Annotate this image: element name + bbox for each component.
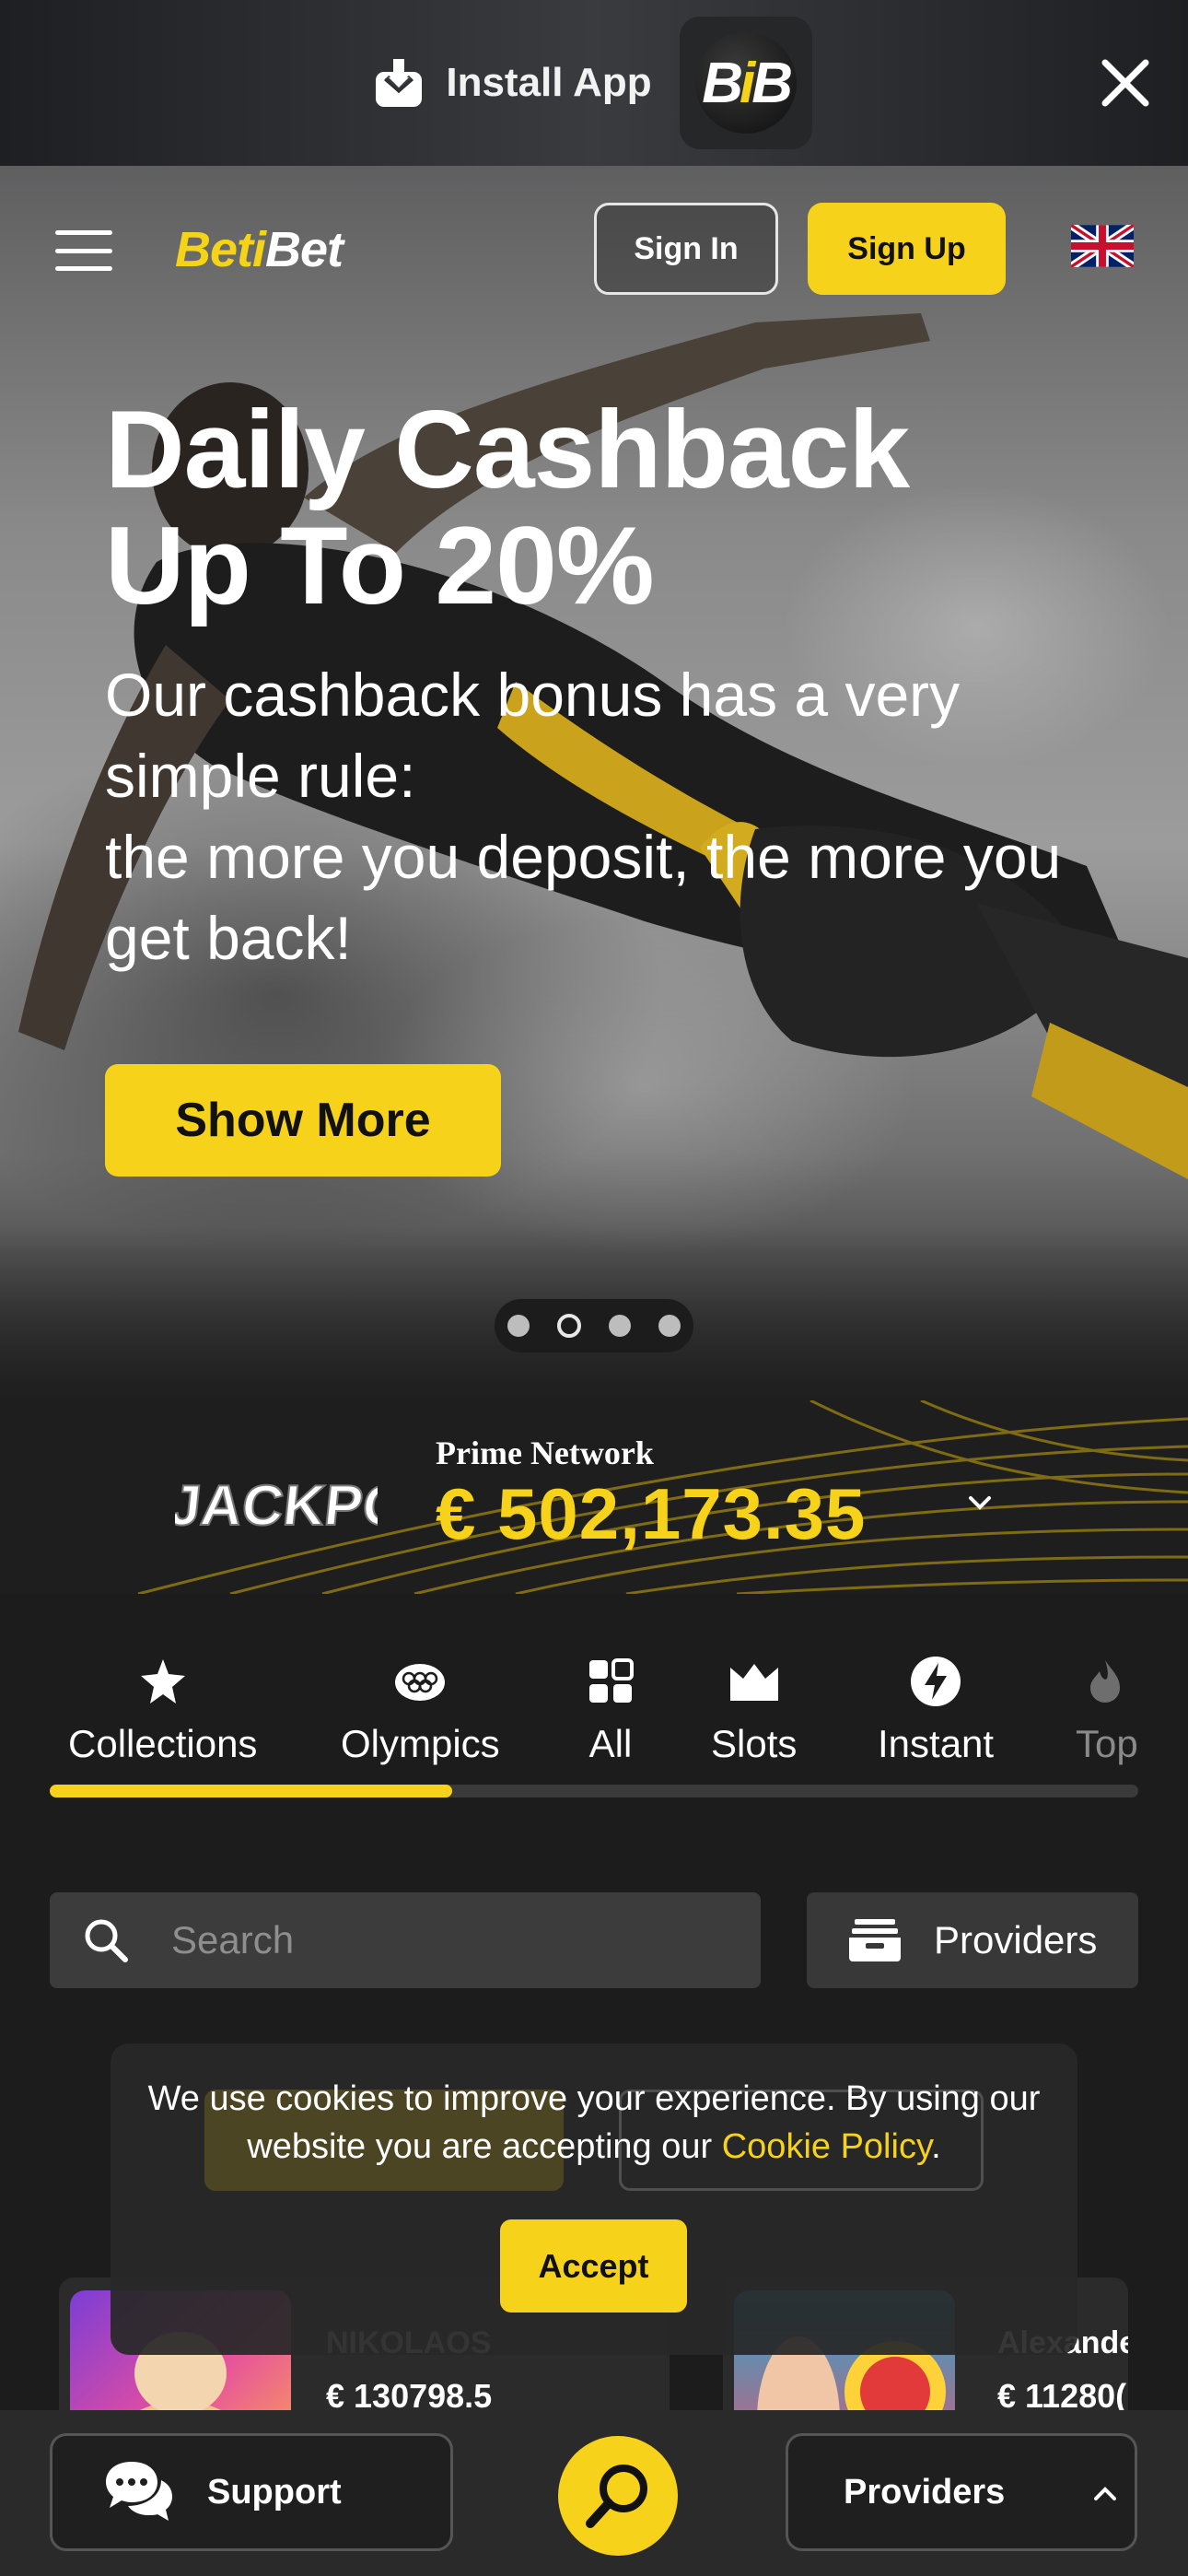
sign-in-button[interactable]: Sign In <box>594 203 778 295</box>
download-icon <box>376 59 423 107</box>
install-app-banner: Install App BiB <box>0 0 1188 166</box>
search-icon <box>586 2465 647 2528</box>
cookie-message: We use cookies to improve your experienc… <box>147 2079 1041 2166</box>
tab-all[interactable]: All <box>583 1654 638 1766</box>
install-app-button[interactable]: Install App <box>376 59 652 107</box>
uk-flag-icon[interactable] <box>1071 225 1134 267</box>
game-search[interactable] <box>50 1892 761 1988</box>
flame-icon <box>1076 1654 1151 1709</box>
svg-text:JACKPOT: JACKPOT <box>175 1474 378 1538</box>
top-navigation: BetiBet Sign In Sign Up <box>0 166 1188 332</box>
menu-icon[interactable] <box>55 230 112 271</box>
jackpot-banner[interactable]: JACKPOT Prime Network € 502,173.35 <box>0 1400 1188 1594</box>
providers-filter-label: Providers <box>934 1918 1098 1961</box>
carousel-dot[interactable] <box>609 1315 631 1337</box>
chevron-up-icon <box>1094 2487 1116 2500</box>
tab-top[interactable]: Top <box>1076 1654 1151 1766</box>
carousel-dot-active[interactable] <box>557 1314 581 1338</box>
chevron-down-icon[interactable] <box>965 1493 995 1515</box>
chat-icon <box>106 2462 172 2521</box>
carousel-pagination <box>495 1299 693 1352</box>
olympic-rings-icon <box>392 1654 448 1709</box>
carousel-dot[interactable] <box>658 1315 681 1337</box>
inbox-icon <box>849 1919 901 1961</box>
tab-instant[interactable]: Instant <box>878 1654 994 1766</box>
providers-filter-button[interactable]: Providers <box>807 1892 1138 1988</box>
page: Install App BiB BetiBet Sign In Sign Up … <box>0 0 1188 2576</box>
star-badge-icon <box>135 1654 191 1709</box>
jackpot-amount: € 502,173.35 <box>436 1473 867 1554</box>
promo-carousel[interactable]: BetiBet Sign In Sign Up Daily Cashback U… <box>0 166 1188 1400</box>
grid-icon <box>583 1654 638 1709</box>
promo-title: Daily Cashback Up To 20% <box>105 388 910 627</box>
bottom-navigation: Support Providers <box>0 2410 1188 2576</box>
providers-label: Providers <box>844 2473 1006 2512</box>
sign-up-button[interactable]: Sign Up <box>808 203 1006 295</box>
category-tabs: Collections Olympics All Slots Instant T… <box>0 1622 1188 1769</box>
support-label: Support <box>207 2472 342 2512</box>
providers-dropdown-button[interactable]: Providers <box>786 2433 1137 2551</box>
site-logo[interactable]: BetiBet <box>175 221 344 278</box>
jackpot-network: Prime Network <box>436 1434 654 1471</box>
lightning-icon <box>908 1654 963 1709</box>
search-fab-button[interactable] <box>558 2436 678 2556</box>
category-scroll-indicator <box>50 1785 452 1797</box>
jackpot-logo: JACKPOT <box>175 1473 378 1539</box>
support-button[interactable]: Support <box>50 2433 453 2551</box>
close-icon[interactable] <box>1100 57 1151 109</box>
carousel-dot[interactable] <box>507 1315 530 1337</box>
accept-cookies-button[interactable]: Accept <box>500 2219 687 2313</box>
tab-slots[interactable]: Slots <box>711 1654 797 1766</box>
search-input[interactable] <box>171 1918 724 1962</box>
crown-icon <box>727 1654 782 1709</box>
install-app-label: Install App <box>446 60 652 105</box>
search-icon <box>85 1919 128 1962</box>
tab-collections[interactable]: Collections <box>68 1654 257 1766</box>
app-logo: BiB <box>679 17 812 149</box>
tab-olympics[interactable]: Olympics <box>341 1654 500 1766</box>
promo-description: Our cashback bonus has a very simple rul… <box>105 661 1062 972</box>
show-more-button[interactable]: Show More <box>105 1064 501 1177</box>
cookie-policy-link[interactable]: Cookie Policy <box>722 2127 931 2166</box>
